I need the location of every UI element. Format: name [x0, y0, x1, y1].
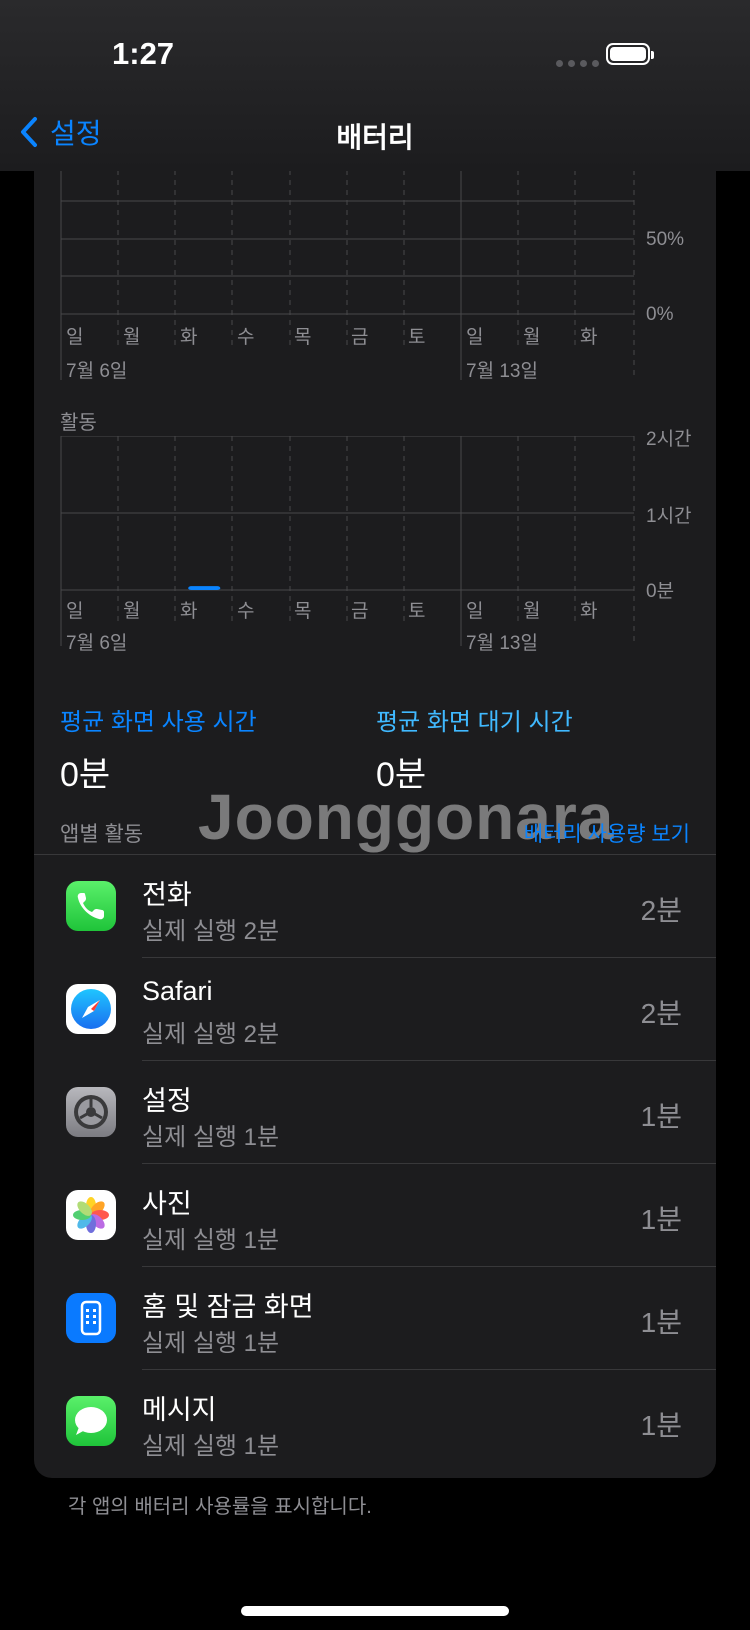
day-label: 화: [180, 327, 198, 348]
day-label: 수: [237, 601, 255, 622]
app-row-messages[interactable]: 메시지 실제 실행 1분 1분: [34, 1370, 716, 1473]
photos-icon: [66, 1190, 116, 1240]
home-lock-screen-icon: [66, 1293, 116, 1343]
activity-label: 활동: [60, 412, 97, 434]
day-label: 일: [466, 601, 484, 622]
day-label: 목: [294, 327, 312, 348]
app-activity-header: 앱별 활동 Joonggonara 배터리 사용량 보기: [60, 781, 690, 853]
day-label: 일: [66, 601, 84, 622]
app-name: 홈 및 잠금 화면: [142, 1292, 314, 1322]
day-label: 일: [466, 327, 484, 348]
day-label: 금: [351, 601, 369, 622]
home-indicator: [241, 1606, 509, 1616]
settings-gear-icon: [66, 1087, 116, 1137]
battery-icon: [606, 43, 654, 65]
day-label: 월: [523, 601, 541, 622]
app-row-home-lock[interactable]: 홈 및 잠금 화면 실제 실행 1분 1분: [34, 1267, 716, 1370]
activity-grid: [60, 436, 635, 646]
day-label: 일: [66, 327, 84, 348]
activity-axis-label: 0분: [646, 581, 675, 602]
app-usage-detail: 실제 실행 2분: [142, 1021, 280, 1048]
day-label: 화: [580, 601, 598, 622]
battery-axis-label: 0%: [646, 304, 674, 325]
day-label: 화: [180, 601, 198, 622]
app-usage-time: 1분: [640, 1101, 682, 1132]
signal-icon: [556, 60, 599, 67]
battery-card: 100% 50% 0% 일 월 화 수 목 금 토 일 월 화 7월 6일 7월…: [34, 150, 716, 1478]
battery-level-grid: [60, 150, 635, 380]
app-name: 메시지: [142, 1395, 217, 1425]
app-usage-detail: 실제 실행 1분: [142, 1227, 280, 1254]
activity-axis-label: 2시간: [646, 429, 692, 450]
date-label: 7월 6일: [66, 633, 128, 654]
app-usage-detail: 실제 실행 1분: [142, 1433, 280, 1460]
app-list: 전화 실제 실행 2분 2분 Safari 실제 실행 2분 2분 설정 실제 …: [34, 855, 716, 1473]
app-row-phone[interactable]: 전화 실제 실행 2분 2분: [34, 855, 716, 958]
footer-note: 각 앱의 배터리 사용률을 표시합니다.: [68, 1496, 372, 1518]
safari-icon: [66, 984, 116, 1034]
activity-chart: 2시간 1시간 0분 일 월 화 수 목 금 토 일 월 화 7월 6일 7월 …: [34, 429, 716, 666]
day-label: 토: [408, 601, 426, 622]
view-battery-usage-link[interactable]: 배터리 사용량 보기: [524, 818, 690, 848]
app-usage-time: 1분: [640, 1204, 682, 1235]
activity-axis-label: 1시간: [646, 506, 692, 527]
app-name: 설정: [142, 1086, 192, 1116]
avg-screen-on-label: 평균 화면 사용 시간: [60, 709, 257, 736]
date-label: 7월 13일: [466, 633, 538, 654]
day-label: 화: [580, 327, 598, 348]
app-usage-time: 2분: [640, 998, 682, 1029]
app-activity-title: 앱별 활동: [60, 823, 144, 846]
day-label: 목: [294, 601, 312, 622]
battery-level-chart: 100% 50% 0% 일 월 화 수 목 금 토 일 월 화 7월 6일 7월…: [34, 150, 716, 390]
app-row-settings[interactable]: 설정 실제 실행 1분 1분: [34, 1061, 716, 1164]
phone-icon: [66, 881, 116, 931]
day-label: 금: [351, 327, 369, 348]
day-label: 월: [123, 327, 141, 348]
day-label: 월: [523, 327, 541, 348]
date-label: 7월 6일: [66, 361, 128, 382]
status-time: 1:27: [112, 36, 175, 71]
navigation-bar: 1:27 설정 배터리: [0, 0, 750, 171]
day-label: 토: [408, 327, 426, 348]
app-usage-time: 1분: [640, 1307, 682, 1338]
battery-axis-label: 50%: [646, 229, 685, 250]
day-label: 수: [237, 327, 255, 348]
page-title: 배터리: [336, 122, 414, 153]
app-row-photos[interactable]: 사진 실제 실행 1분 1분: [34, 1164, 716, 1267]
avg-screen-off-label: 평균 화면 대기 시간: [376, 709, 573, 736]
activity-bar: [188, 586, 221, 590]
app-row-safari[interactable]: Safari 실제 실행 2분 2분: [34, 958, 716, 1061]
messages-icon: [66, 1396, 116, 1446]
app-name: Safari: [142, 976, 213, 1006]
app-usage-time: 1분: [640, 1410, 682, 1441]
app-name: 사진: [142, 1189, 192, 1219]
date-label: 7월 13일: [466, 361, 538, 382]
app-usage-detail: 실제 실행 1분: [142, 1330, 280, 1357]
app-name: 전화: [142, 880, 192, 910]
app-usage-detail: 실제 실행 1분: [142, 1124, 280, 1151]
app-usage-detail: 실제 실행 2분: [142, 918, 280, 945]
day-label: 월: [123, 601, 141, 622]
app-usage-time: 2분: [640, 895, 682, 926]
